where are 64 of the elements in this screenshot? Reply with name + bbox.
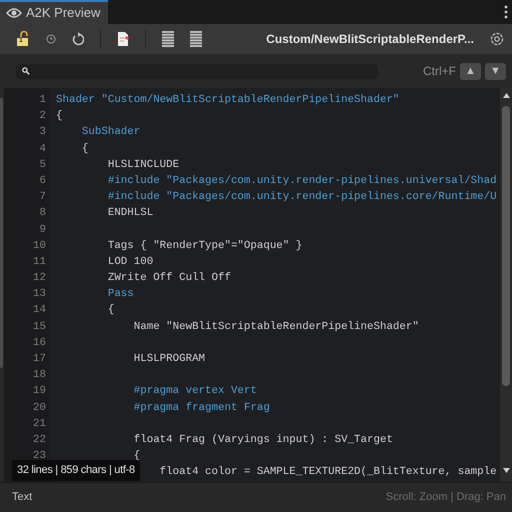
scroll-down-icon[interactable] xyxy=(502,468,510,473)
line-number: 14 xyxy=(32,303,47,318)
line-number: 18 xyxy=(32,368,47,384)
lines-icon[interactable] xyxy=(190,31,202,47)
scroll-up-icon[interactable] xyxy=(502,93,510,98)
code-line: { xyxy=(134,450,140,462)
file-stats-label: 32 lines | 859 chars | utf-8 xyxy=(12,460,140,480)
line-number: 3 xyxy=(38,125,47,140)
line-number: 21 xyxy=(32,416,47,432)
eye-icon xyxy=(6,7,22,19)
code-line: ZWrite Off Cull Off xyxy=(108,272,231,284)
code-line: Name "NewBlitScriptableRenderPipelineShader" xyxy=(134,320,419,333)
shortcut-label: Ctrl+F xyxy=(423,63,456,80)
line-number: 16 xyxy=(32,336,47,351)
line-number: 5 xyxy=(38,158,47,173)
line-number: 20 xyxy=(32,400,47,416)
line-number: 6 xyxy=(38,174,47,189)
code-line: { xyxy=(108,304,114,316)
code-line: #include "Packages/com.unity.render-pipelines.universal/Shad xyxy=(108,174,497,187)
line-number: 15 xyxy=(32,320,47,335)
code-line: #pragma vertex Vert xyxy=(134,385,257,398)
line-number: 1 xyxy=(38,93,47,108)
line-number: 22 xyxy=(32,432,47,448)
code-line: { xyxy=(56,110,62,122)
code-line: Pass xyxy=(108,288,134,300)
line-number: 10 xyxy=(32,238,47,254)
code-line: Shader "Custom/NewBlitScriptableRenderPipelineShader" xyxy=(56,94,400,106)
search-icon xyxy=(22,67,30,75)
code-line: { xyxy=(82,142,88,155)
line-number: 11 xyxy=(32,254,47,270)
code-line: float4 Frag (Varyings input) : SV_Target xyxy=(134,434,393,446)
code-line: HLSLPROGRAM xyxy=(134,353,206,365)
next-match-button[interactable]: ▼ xyxy=(485,62,506,80)
controls-hint: Scroll: Zoom | Drag: Pan xyxy=(386,490,506,506)
document-edit-icon[interactable] xyxy=(117,31,129,47)
line-number: 2 xyxy=(38,109,47,124)
previous-match-button[interactable]: ▲ xyxy=(460,62,481,80)
search-field[interactable] xyxy=(16,64,378,78)
file-title: Custom/NewBlitScriptableRenderP... xyxy=(266,31,474,48)
code-line: Tags { "RenderType"="Opaque" } xyxy=(108,240,302,252)
settings-icon[interactable] xyxy=(490,32,504,46)
line-number: 7 xyxy=(38,190,47,206)
scrollbar-thumb[interactable] xyxy=(0,98,3,368)
code-line: LOD 100 xyxy=(108,256,154,268)
clock-icon[interactable] xyxy=(46,34,56,44)
code-line: HLSLINCLUDE xyxy=(108,158,180,171)
lines-icon[interactable] xyxy=(162,31,174,47)
preview-tab[interactable]: A2K Preview xyxy=(0,0,108,24)
line-number: 12 xyxy=(32,271,47,286)
code-line: SubShader xyxy=(82,126,140,138)
line-number: 19 xyxy=(32,384,47,400)
code-line: ENDHLSL xyxy=(108,207,154,220)
more-menu-icon[interactable] xyxy=(504,5,508,19)
line-number: 9 xyxy=(38,222,47,238)
code-line: #pragma fragment Frag xyxy=(134,402,270,414)
code-line: float4 color = SAMPLE_TEXTURE2D(_BlitTexture, sample xyxy=(160,466,497,478)
mode-label: Text xyxy=(12,490,32,506)
line-number: 8 xyxy=(38,206,47,222)
scrollbar-thumb[interactable] xyxy=(502,106,510,386)
refresh-icon[interactable] xyxy=(72,32,84,46)
line-number: 4 xyxy=(38,142,47,157)
line-number: 13 xyxy=(32,287,47,302)
code-line: #include "Packages/com.unity.render-pipelines.core/Runtime/U xyxy=(108,191,497,204)
line-number: 17 xyxy=(32,352,47,367)
